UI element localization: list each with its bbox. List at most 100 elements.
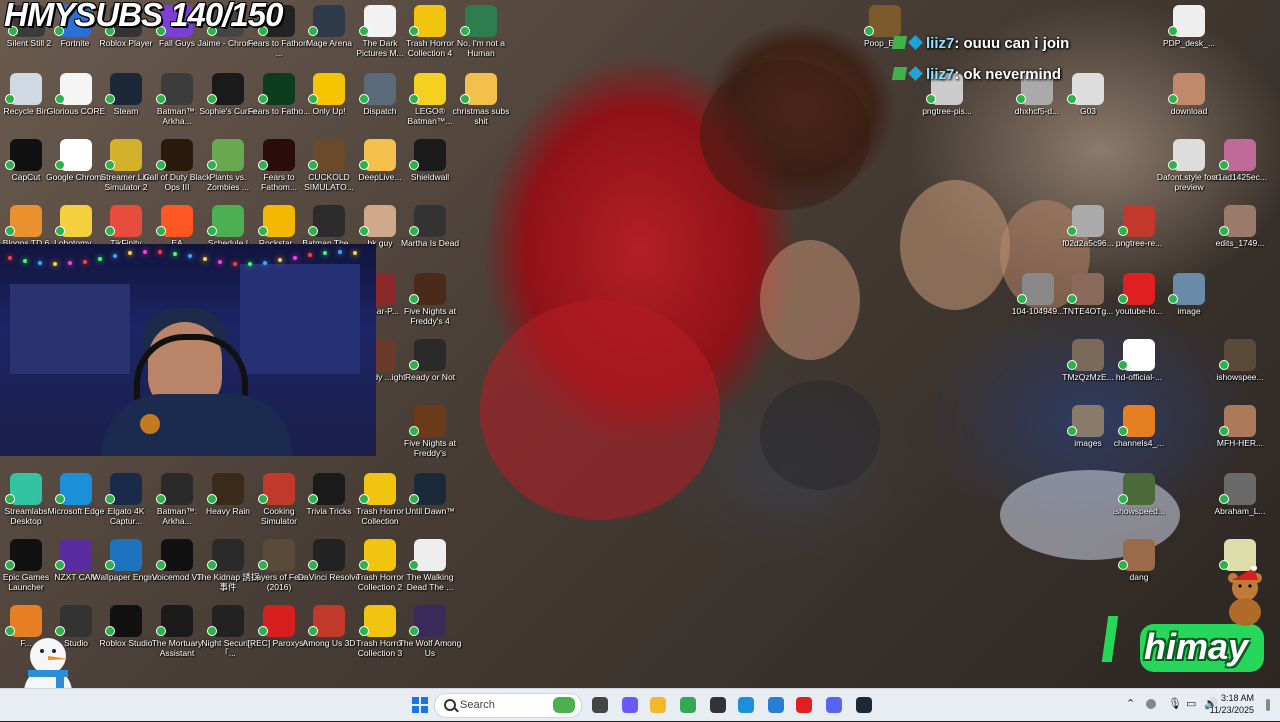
- jersey: [480, 300, 720, 520]
- desktop-icon[interactable]: image: [1154, 268, 1224, 334]
- sync-check-icon: [308, 626, 318, 636]
- file-explorer-icon[interactable]: [646, 693, 670, 717]
- sync-check-icon: [105, 494, 115, 504]
- sync-check-icon: [308, 94, 318, 104]
- task-view-icon[interactable]: [588, 693, 612, 717]
- desktop-icon[interactable]: Shieldwall: [395, 134, 465, 200]
- taskbar-clock[interactable]: 3:18 AM 11/23/2025: [1210, 692, 1254, 716]
- chrome-taskbar-icon[interactable]: [676, 693, 700, 717]
- desktop-icon-label: PDP_desk_...: [1163, 38, 1215, 48]
- sync-check-icon: [207, 626, 217, 636]
- string-light: [98, 256, 102, 261]
- desktop-icon-label: edits_1749...: [1215, 238, 1265, 248]
- desktop-icon[interactable]: a1ad1425ec...: [1205, 134, 1275, 200]
- desktop-icon-label: a1ad1425ec...: [1213, 172, 1267, 182]
- sync-check-icon: [409, 294, 419, 304]
- desktop-icon[interactable]: Abraham_L...: [1205, 468, 1275, 534]
- desktop-icon[interactable]: Martha Is Dead: [395, 200, 465, 266]
- copilot-icon[interactable]: [618, 693, 642, 717]
- sync-check-icon: [409, 426, 419, 436]
- badge-icon: [891, 67, 908, 80]
- sync-check-icon: [308, 494, 318, 504]
- sync-check-icon: [105, 226, 115, 236]
- sync-check-icon: [207, 226, 217, 236]
- sync-check-icon: [5, 94, 15, 104]
- windows-start-icon[interactable]: [408, 693, 432, 717]
- desktop-icon[interactable]: Ready or Not: [395, 334, 465, 400]
- network-icon[interactable]: ▭: [1186, 697, 1196, 710]
- chat-text: : ouuu can i join: [954, 35, 1070, 52]
- sync-check-icon: [55, 160, 65, 170]
- brand-badge: himay: [1140, 624, 1264, 672]
- hoodie: [102, 394, 292, 456]
- steam-taskbar-icon[interactable]: [852, 693, 876, 717]
- sync-check-icon: [156, 226, 166, 236]
- sync-check-icon: [156, 160, 166, 170]
- notification-indicator[interactable]: [1266, 699, 1270, 711]
- desktop-icon-label: The Walking Dead The ...: [406, 572, 454, 592]
- desktop-icon-label: MFH-HER...: [1216, 438, 1264, 448]
- edge-taskbar-icon[interactable]: [734, 693, 758, 717]
- badge-icon: [891, 36, 908, 49]
- sync-check-icon: [258, 94, 268, 104]
- taskbar-search-box[interactable]: Search: [434, 693, 582, 718]
- sync-check-icon: [105, 160, 115, 170]
- desktop-icon[interactable]: PDP_desk_...: [1154, 0, 1224, 66]
- room-shelf: [10, 284, 130, 374]
- sync-check-icon: [105, 560, 115, 570]
- sync-check-icon: [258, 494, 268, 504]
- desktop-icon[interactable]: channels4_...: [1104, 400, 1174, 466]
- string-light: [323, 250, 327, 255]
- sync-check-icon: [5, 494, 15, 504]
- desktop-icon[interactable]: The Walking Dead The ...: [395, 534, 465, 600]
- desktop-icon[interactable]: dang: [1104, 534, 1174, 600]
- desktop-icon[interactable]: download: [1154, 68, 1224, 134]
- desktop-icon-label: Until Dawn™: [405, 506, 455, 516]
- sync-check-icon: [359, 560, 369, 570]
- tray-overflow-chevron-icon[interactable]: ⌃: [1126, 697, 1135, 710]
- desktop-icon[interactable]: hd-official-...: [1104, 334, 1174, 400]
- christmas-bear-icon: [1228, 566, 1262, 626]
- sync-check-icon: [359, 226, 369, 236]
- string-light: [173, 251, 177, 256]
- desktop-icon[interactable]: pngtree-re...: [1104, 200, 1174, 266]
- desktop-icon[interactable]: ishowspee...: [1205, 334, 1275, 400]
- string-light: [23, 258, 27, 263]
- clock-date: 11/23/2025: [1209, 705, 1254, 715]
- edge-taskbar-glyph: [738, 697, 754, 713]
- desktop-icon[interactable]: Five Nights at Freddy's: [395, 400, 465, 466]
- sync-check-icon: [105, 94, 115, 104]
- string-light: [143, 250, 147, 255]
- sync-check-icon: [308, 160, 318, 170]
- search-highlight-icon: [553, 697, 575, 713]
- sync-check-icon: [258, 560, 268, 570]
- sync-check-icon: [105, 626, 115, 636]
- sync-check-icon: [5, 626, 15, 636]
- sync-check-icon: [409, 626, 419, 636]
- desktop-icon[interactable]: christmas subs shit: [446, 68, 516, 134]
- desktop-icon[interactable]: Poop_En...: [850, 0, 920, 66]
- desktop-icon[interactable]: MFH-HER...: [1205, 400, 1275, 466]
- store-taskbar-glyph: [768, 697, 784, 713]
- sync-check-icon: [1067, 360, 1077, 370]
- desktop-icon[interactable]: ishowspeed...: [1104, 468, 1174, 534]
- desktop-icon-label: Abraham_L...: [1214, 506, 1266, 516]
- desktop-icon[interactable]: No, I'm not a Human: [446, 0, 516, 66]
- store-taskbar-icon[interactable]: [764, 693, 788, 717]
- desktop-icon[interactable]: edits_1749...: [1205, 200, 1275, 266]
- obs-taskbar-icon[interactable]: [706, 693, 730, 717]
- camera: [760, 380, 880, 490]
- desktop-icon[interactable]: Five Nights at Freddy's 4: [395, 268, 465, 334]
- chat-message: liiz7: ok nevermind: [891, 66, 1061, 83]
- desktop-icon[interactable]: The Wolf Among Us: [395, 600, 465, 666]
- discord-taskbar-icon[interactable]: [822, 693, 846, 717]
- desktop-icon[interactable]: Until Dawn™: [395, 468, 465, 534]
- sync-check-icon: [1067, 426, 1077, 436]
- sync-check-icon: [1219, 360, 1229, 370]
- microphone-icon[interactable]: 🎙: [1168, 697, 1182, 710]
- chrome-taskbar-glyph: [680, 697, 696, 713]
- youtube-taskbar-icon[interactable]: [792, 693, 816, 717]
- desktop-icon[interactable]: G03: [1053, 68, 1123, 134]
- string-light: [293, 255, 297, 260]
- tray-app-icon[interactable]: [1146, 699, 1156, 709]
